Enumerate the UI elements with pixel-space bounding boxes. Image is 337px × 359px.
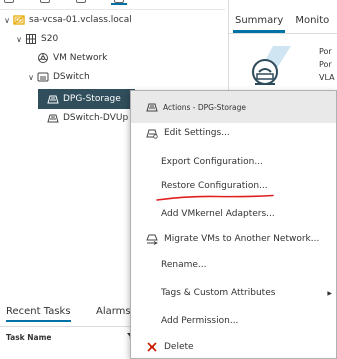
menu-item-migrate-vms[interactable]: Migrate VMs to Another Network... bbox=[131, 228, 336, 250]
menu-item-label: Delete bbox=[164, 342, 194, 352]
portgroup-icon bbox=[46, 112, 60, 124]
tree-item-label: S20 bbox=[41, 34, 59, 44]
portgroup-illustration bbox=[247, 44, 293, 92]
tree-item-vm-network[interactable]: VM Network bbox=[26, 48, 228, 68]
menu-item-rename[interactable]: Rename... bbox=[131, 254, 336, 276]
menu-item-label: Rename... bbox=[161, 260, 207, 270]
portgroup-icon bbox=[46, 93, 60, 105]
summary-properties: Por Por VLA bbox=[319, 45, 335, 84]
menu-header: Actions - DPG-Storage bbox=[131, 91, 336, 123]
summary-line: VLA bbox=[319, 73, 335, 82]
storage-view-icon[interactable] bbox=[76, 0, 86, 3]
menu-item-add-vmkernel-adapters[interactable]: Add VMkernel Adapters... bbox=[131, 203, 336, 225]
tab-recent-tasks[interactable]: Recent Tasks bbox=[6, 306, 71, 322]
menu-item-label: Migrate VMs to Another Network... bbox=[164, 234, 320, 244]
tree-item-label: DSwitch-DVUp bbox=[63, 113, 129, 123]
tree-item-label: sa-vcsa-01.vclass.local bbox=[29, 15, 132, 25]
menu-item-label: Export Configuration... bbox=[161, 157, 263, 167]
menu-item-delete[interactable]: Delete bbox=[131, 336, 336, 358]
tree-item-label: DPG-Storage bbox=[63, 94, 121, 104]
portgroup-icon bbox=[146, 101, 158, 113]
detail-tabs: Summary Monito bbox=[229, 10, 335, 33]
top-view-icons bbox=[0, 0, 225, 9]
dswitch-icon bbox=[36, 71, 50, 83]
tab-summary[interactable]: Summary bbox=[229, 10, 289, 33]
active-view-indicator bbox=[111, 3, 127, 5]
tree-item-vcenter[interactable]: ∨ sa-vcsa-01.vclass.local bbox=[2, 10, 228, 30]
tree-item-label: DSwitch bbox=[53, 72, 90, 82]
menu-item-edit-settings[interactable]: Edit Settings... bbox=[131, 122, 336, 144]
menu-item-tags-custom-attributes[interactable]: Tags & Custom Attributes ▶ bbox=[131, 282, 336, 304]
delete-icon bbox=[146, 341, 160, 353]
menu-item-label: Add Permission... bbox=[161, 316, 239, 326]
chevron-down-icon[interactable]: ∨ bbox=[2, 16, 12, 25]
menu-header-label: Actions - DPG-Storage bbox=[163, 102, 247, 112]
vcenter-icon bbox=[12, 14, 26, 26]
menu-item-label: Restore Configuration... bbox=[161, 181, 268, 191]
chevron-down-icon[interactable]: ∨ bbox=[26, 73, 36, 82]
migrate-icon bbox=[146, 233, 160, 245]
tabs-underline bbox=[229, 33, 337, 34]
bottom-panel: Recent Tasks Alarms Task Name bbox=[0, 300, 150, 359]
tree-item-dpg-storage[interactable]: DPG-Storage bbox=[38, 89, 135, 109]
vms-view-icon[interactable] bbox=[40, 0, 50, 3]
tab-alarms[interactable]: Alarms bbox=[96, 306, 131, 317]
summary-line: Por bbox=[319, 47, 332, 56]
tree-item-dswitch-dvuplinks[interactable]: DSwitch-DVUp bbox=[38, 108, 130, 128]
edit-settings-icon bbox=[146, 127, 160, 139]
network-icon bbox=[36, 52, 50, 64]
tab-monitor[interactable]: Monito bbox=[289, 10, 335, 32]
column-header-task-name[interactable]: Task Name bbox=[6, 333, 52, 342]
tree-item-dswitch[interactable]: ∨ DSwitch bbox=[26, 67, 228, 87]
bottom-tabs-line bbox=[0, 326, 150, 327]
summary-line: Por bbox=[319, 60, 332, 69]
menu-item-label: Add VMkernel Adapters... bbox=[161, 209, 275, 219]
red-annotation-underline bbox=[156, 194, 274, 201]
menu-item-label: Tags & Custom Attributes bbox=[161, 288, 276, 298]
datacenter-icon bbox=[24, 33, 38, 45]
actions-context-menu: Actions - DPG-Storage Edit Settings... E… bbox=[130, 90, 337, 359]
chevron-down-icon[interactable]: ∨ bbox=[14, 35, 24, 44]
menu-item-export-configuration[interactable]: Export Configuration... bbox=[131, 151, 336, 173]
hosts-view-icon[interactable] bbox=[4, 0, 14, 3]
tree-item-datacenter[interactable]: ∨ S20 bbox=[14, 29, 228, 49]
menu-item-label: Edit Settings... bbox=[164, 128, 230, 138]
menu-item-add-permission[interactable]: Add Permission... bbox=[131, 310, 336, 332]
tree-item-label: VM Network bbox=[53, 53, 108, 63]
submenu-arrow-icon: ▶ bbox=[327, 289, 332, 297]
